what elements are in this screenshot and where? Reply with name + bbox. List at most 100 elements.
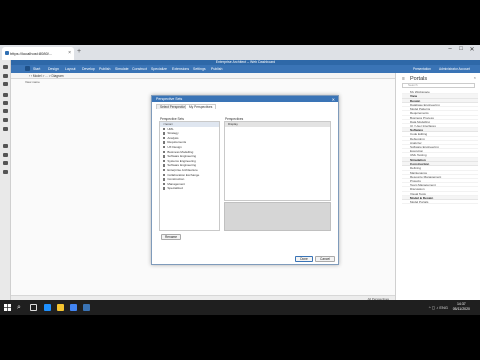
perspective-sets-dialog: Perspective Sets ✕ Select Perspectives M… — [151, 95, 339, 265]
checkbox[interactable] — [163, 155, 166, 158]
checkbox[interactable] — [163, 136, 166, 140]
checkbox[interactable] — [163, 159, 166, 163]
menu-design[interactable]: Design — [48, 67, 59, 71]
portal-menu-icon[interactable]: ≡ — [402, 76, 405, 82]
task-view-icon[interactable] — [30, 304, 37, 311]
checkbox[interactable] — [163, 187, 166, 190]
perspective-set-label: Strategy — [167, 131, 179, 136]
browser-tabstrip: https://localhost:8080/... × + – □ ✕ — [0, 45, 480, 60]
menu-layout[interactable]: Layout — [65, 67, 76, 71]
perspective-set-label: Systems Engineering — [167, 158, 196, 163]
toolbar-icon[interactable] — [3, 127, 8, 131]
portal-close-icon[interactable]: × — [474, 75, 476, 80]
clock[interactable]: 14:37 05/11/2020 — [453, 302, 470, 312]
toolbar-icon[interactable] — [3, 101, 8, 105]
toolbar-icon[interactable] — [3, 161, 8, 165]
checkbox[interactable] — [163, 168, 166, 172]
toolbar-icon[interactable] — [3, 144, 8, 148]
checkbox[interactable] — [163, 127, 166, 130]
checkbox[interactable] — [163, 145, 166, 149]
checkbox[interactable] — [163, 141, 166, 144]
perspective-sets-list[interactable]: <none> UML Strategy Analysis Requirements UX … — [159, 121, 220, 231]
portals-panel: ≡ Portals × Search My Workspace View Desig… — [395, 73, 480, 315]
dialog-title: Perspective Sets ✕ — [152, 96, 338, 102]
menu-settings[interactable]: Settings — [193, 67, 206, 71]
toolbar-icon[interactable] — [3, 93, 8, 97]
tab-close-icon[interactable]: × — [68, 50, 71, 56]
chrome-icon[interactable] — [70, 304, 77, 311]
perspective-set-label: Requirements — [167, 140, 187, 145]
perspective-set-label: <none> — [163, 122, 174, 126]
system-tray[interactable]: ^ ◻ ♪ ENG — [429, 305, 448, 310]
perspective-set-label: UX Design — [167, 144, 182, 149]
perspective-row[interactable]: Display — [225, 122, 330, 127]
screen: https://localhost:8080/... × + – □ ✕ Ent… — [0, 45, 480, 315]
toolbar-icon[interactable] — [3, 153, 8, 157]
perspective-set-label: Construction — [167, 177, 185, 182]
tab-my-perspectives[interactable]: My Perspectives — [185, 104, 217, 109]
left-toolbar — [0, 60, 11, 315]
checkbox[interactable] — [163, 132, 166, 135]
toolbar-icon[interactable] — [3, 74, 8, 78]
done-button[interactable]: Done — [295, 256, 313, 262]
toolbar-icon[interactable] — [3, 65, 8, 69]
windows-start-icon[interactable] — [4, 304, 11, 311]
browser-tab[interactable]: https://localhost:8080/... × — [2, 47, 74, 60]
preview-area — [224, 202, 331, 231]
maximize-button[interactable]: □ — [456, 46, 466, 52]
checkbox[interactable] — [163, 178, 166, 181]
toolbar-icon[interactable] — [3, 118, 8, 122]
menu-develop[interactable]: Develop — [82, 67, 95, 71]
clock-date: 05/11/2020 — [452, 307, 470, 311]
explorer-icon[interactable] — [57, 304, 64, 311]
perspective-set-label: Specialized — [167, 186, 183, 191]
perspective-set-label: Management — [167, 181, 185, 186]
checkbox[interactable] — [163, 182, 166, 186]
toolbar-icon[interactable] — [3, 170, 8, 174]
favicon-icon — [5, 51, 9, 55]
perspective-set-label: Software Engineering — [167, 154, 197, 159]
search-icon[interactable]: ⌕ — [17, 304, 21, 312]
windows-taskbar: ⌕ ^ ◻ ♪ ENG 14:37 05/11/2020 — [0, 300, 480, 315]
perspective-set-item[interactable]: Specialized — [160, 186, 219, 191]
perspective-set-label: Analysis — [167, 135, 179, 140]
app-taskbar-icon[interactable] — [83, 304, 90, 311]
perspective-set-label: Collaboration Exchange — [167, 172, 200, 177]
presentation-button[interactable]: Presentation — [413, 67, 431, 71]
menu-specialize[interactable]: Specialize — [151, 67, 167, 71]
menu-extensions[interactable]: Extensions — [172, 67, 189, 71]
app-logo-icon[interactable] — [25, 66, 30, 71]
menu-publish-2[interactable]: Publish — [211, 67, 222, 71]
letterbox-top — [0, 0, 480, 45]
ribbon-menu: Start Design Layout Develop Publish Simu… — [11, 65, 480, 73]
close-window-button[interactable]: ✕ — [467, 46, 477, 53]
menu-publish[interactable]: Publish — [99, 67, 110, 71]
perspective-set-label: Business Modelling — [167, 149, 194, 154]
perspective-set-label: Enterprise Architecture — [167, 167, 198, 172]
menu-construct[interactable]: Construct — [132, 67, 147, 71]
menu-simulate[interactable]: Simulate — [115, 67, 129, 71]
dialog-close-icon[interactable]: ✕ — [332, 97, 335, 102]
toolbar-icon[interactable] — [3, 109, 8, 113]
new-tab-button[interactable]: + — [77, 48, 81, 55]
account-button[interactable]: Administrator Account — [439, 67, 470, 71]
minimize-button[interactable]: – — [445, 46, 455, 52]
checkbox[interactable] — [163, 164, 166, 167]
perspective-set-label: UML — [167, 126, 174, 131]
toolbar-icon[interactable] — [3, 82, 8, 86]
rename-button[interactable]: Rename — [161, 234, 181, 240]
checkbox[interactable] — [163, 150, 166, 153]
portal-item[interactable]: Model Portals — [402, 200, 478, 205]
checkbox[interactable] — [163, 173, 166, 176]
portals-title: Portals — [410, 76, 428, 82]
browser-tab-title: https://localhost:8080/... — [10, 51, 53, 56]
dialog-title-text: Perspective Sets — [156, 97, 183, 101]
perspective-set-label: Software Engineering — [167, 163, 197, 168]
menu-start[interactable]: Start — [33, 67, 40, 71]
edge-icon[interactable] — [44, 304, 51, 311]
cancel-button[interactable]: Cancel — [315, 256, 335, 262]
portals-header: ≡ Portals × — [398, 74, 478, 82]
portal-search-input[interactable]: Search — [402, 83, 475, 88]
letterbox-bottom — [0, 315, 480, 360]
perspectives-list[interactable]: Display — [224, 121, 331, 201]
